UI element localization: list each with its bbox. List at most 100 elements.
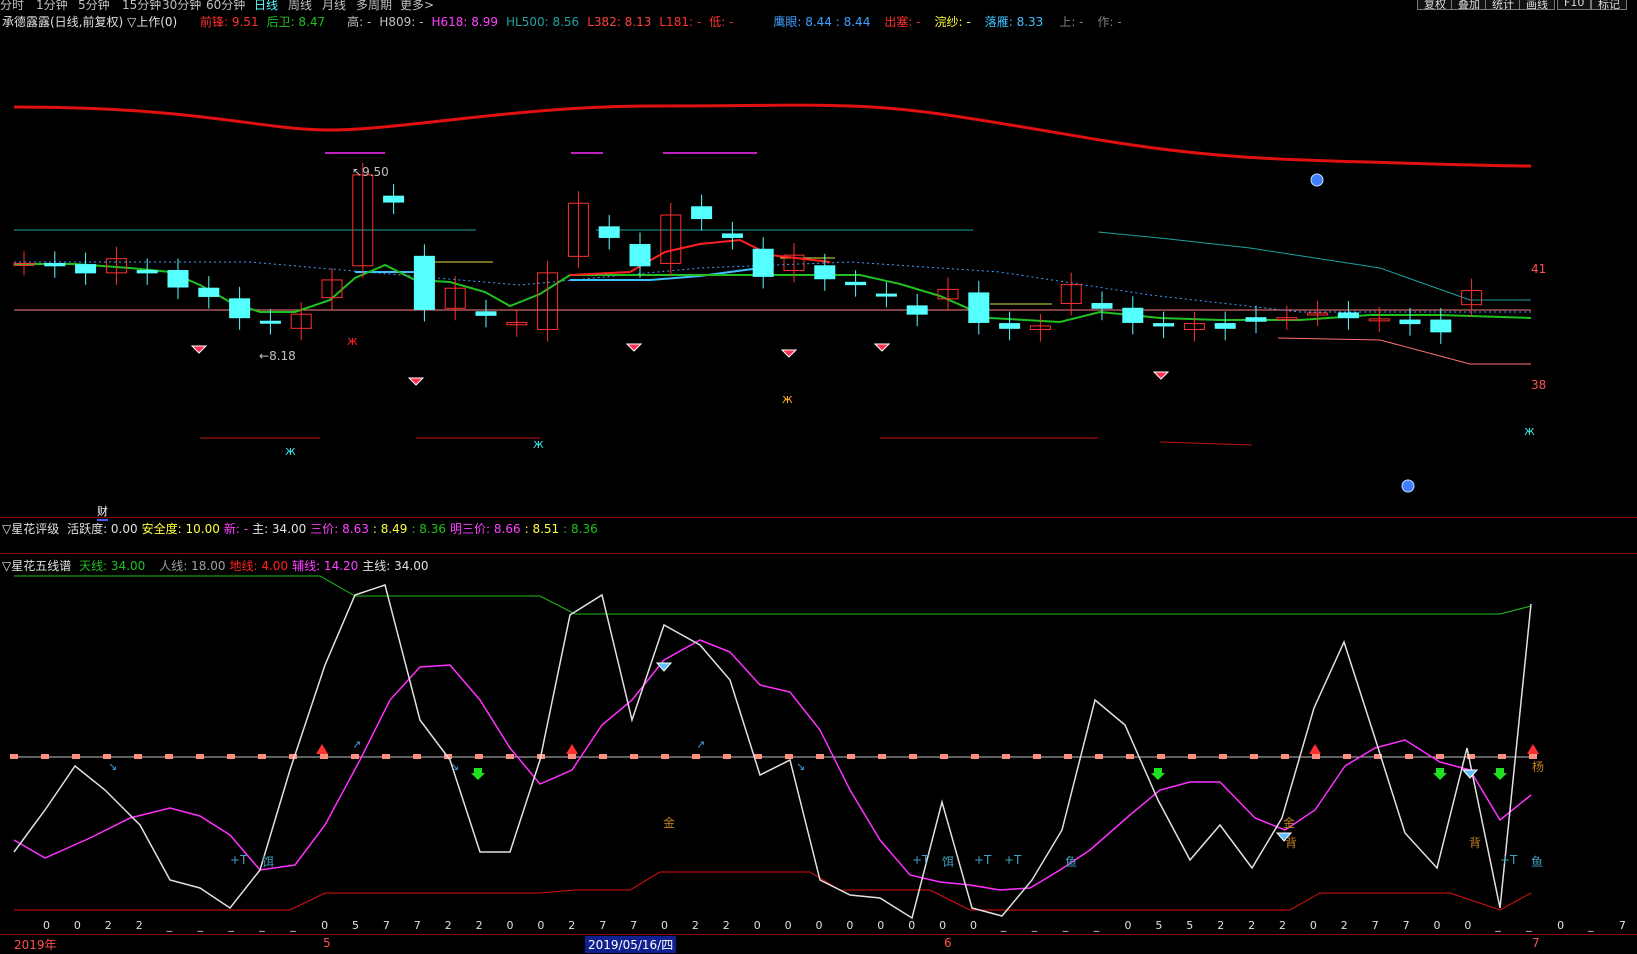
header-field: 三价: 8.63 (310, 522, 369, 536)
down-arrow-icon (1433, 768, 1447, 780)
candle-body (259, 320, 281, 324)
signal-digit: _ (1031, 919, 1038, 932)
signal-digit: 2 (135, 919, 143, 932)
high-price-label: ↖9.50 (352, 165, 389, 179)
panel-separator-2 (0, 553, 1637, 554)
signal-digit: 0 (506, 919, 514, 932)
signal-digit: 7 (1371, 919, 1379, 932)
signal-digit: 0 (846, 919, 854, 932)
up-flame-icon (1309, 744, 1321, 754)
human-line-marker (382, 754, 390, 759)
date-month-6: 6 (944, 936, 952, 950)
human-line-marker (134, 754, 142, 759)
human-line-marker (630, 754, 638, 759)
signal-digit: _ (228, 919, 234, 932)
low-price-label: ←8.18 (259, 349, 296, 363)
candle-body (1214, 323, 1236, 329)
signal-digit: _ (1588, 919, 1594, 932)
candle-body (198, 287, 220, 297)
candle-body (598, 226, 620, 238)
human-line-marker (1343, 754, 1351, 759)
header-field: 明三价: 8.66 (450, 522, 521, 536)
panel3-header: ▽星花五线谱 天线: 34.00 人线: 18.00 地线: 4.00 辅线: 14.… (2, 557, 429, 574)
header-field: 主线: 34.00 (362, 559, 429, 573)
signal-digit: _ (1062, 919, 1069, 932)
up-flame-icon (316, 744, 328, 754)
signal-yang: 杨 (1532, 760, 1545, 774)
human-line-marker (847, 754, 855, 759)
butterfly-icon: ж (782, 392, 793, 406)
candle-body (167, 270, 189, 288)
human-line-marker (1436, 754, 1444, 759)
header-field: 地线: 4.00 (229, 559, 289, 573)
human-line-marker (10, 754, 18, 759)
price-chart[interactable]: ж ж ж ж ж ↘ ↘ ↘ ↗ ↗ (0, 0, 1637, 954)
signal-digit: 7 (630, 919, 638, 932)
panel2-title[interactable]: ▽星花评级 (2, 522, 59, 536)
signal-plus-t: +T (912, 853, 930, 867)
human-line-marker (227, 754, 235, 759)
signal-digit: 0 (877, 919, 885, 932)
human-line-marker (661, 754, 669, 759)
panel2-fields: 活跃度: 0.00 安全度: 10.00 新: - 主: 34.00 三价: 8.63:… (63, 522, 598, 536)
candle-body (968, 292, 990, 323)
signal-digit: _ (1000, 919, 1007, 932)
human-line-marker (1064, 754, 1072, 759)
signal-digit: 5 (1186, 919, 1194, 932)
candle-body (875, 293, 897, 297)
resistance-band-line (13, 103, 1532, 168)
human-line-marker (878, 754, 886, 759)
candle-body (752, 248, 774, 277)
human-line-marker (940, 754, 948, 759)
candle-body (629, 244, 651, 267)
signal-digit: 2 (444, 919, 452, 932)
header-field: : 8.51 (524, 522, 560, 536)
signal-yu-1: 鱼 (1065, 855, 1078, 869)
human-line-marker (599, 754, 607, 759)
date-axis: 2019年 5 2019/05/16/四 6 7 (0, 936, 1637, 954)
signal-er-1: 饵 (262, 855, 275, 869)
candle-body (1153, 323, 1175, 327)
human-line-marker (1126, 754, 1134, 759)
human-line-marker (196, 754, 204, 759)
panel3-title[interactable]: ▽星花五线谱 (2, 559, 71, 573)
down-arrow-icon (1493, 768, 1507, 780)
signal-digit: 7 (413, 919, 421, 932)
signal-digit: _ (290, 919, 296, 932)
date-month-7: 7 (1532, 936, 1540, 950)
diagonal-arrow-icon: ↘ (450, 760, 459, 773)
signal-digit: 0 (753, 919, 761, 932)
candle-body (44, 262, 66, 267)
candle-body (1091, 303, 1113, 309)
lower-channel-line (1277, 337, 1531, 365)
high-arrow-icon: ↖ (352, 165, 363, 179)
red-gem-icon (1152, 371, 1170, 380)
date-month-5: 5 (323, 936, 331, 950)
butterfly-icon: ж (347, 334, 358, 348)
up-flame-icon (1527, 744, 1539, 754)
diagonal-arrow-icon: ↗ (696, 738, 705, 751)
candle-body (814, 265, 836, 280)
candle-body (691, 206, 713, 220)
human-line-marker (971, 754, 979, 759)
candle-body (383, 195, 405, 203)
sky-line (14, 575, 1532, 615)
human-line-marker (165, 754, 173, 759)
human-line-marker (816, 754, 824, 759)
signal-jin-2: 金 (1283, 816, 1296, 830)
signal-digit: _ (1093, 919, 1100, 932)
human-line-marker (785, 754, 793, 759)
signal-digit: 5 (352, 919, 359, 932)
signal-digit: _ (166, 919, 173, 932)
ground-line (14, 871, 1532, 911)
candle-body (906, 305, 928, 315)
human-line-marker (1188, 754, 1196, 759)
human-line-marker (413, 754, 421, 759)
right-bottom-label: 38 (1531, 378, 1547, 392)
signal-plus-t: +T (974, 853, 992, 867)
header-field: 安全度: 10.00 (141, 522, 220, 536)
candle-body (999, 323, 1021, 329)
cai-marker: 财 (97, 503, 108, 521)
signal-digit: _ (197, 919, 204, 932)
header-field: 辅线: 14.20 (292, 559, 359, 573)
